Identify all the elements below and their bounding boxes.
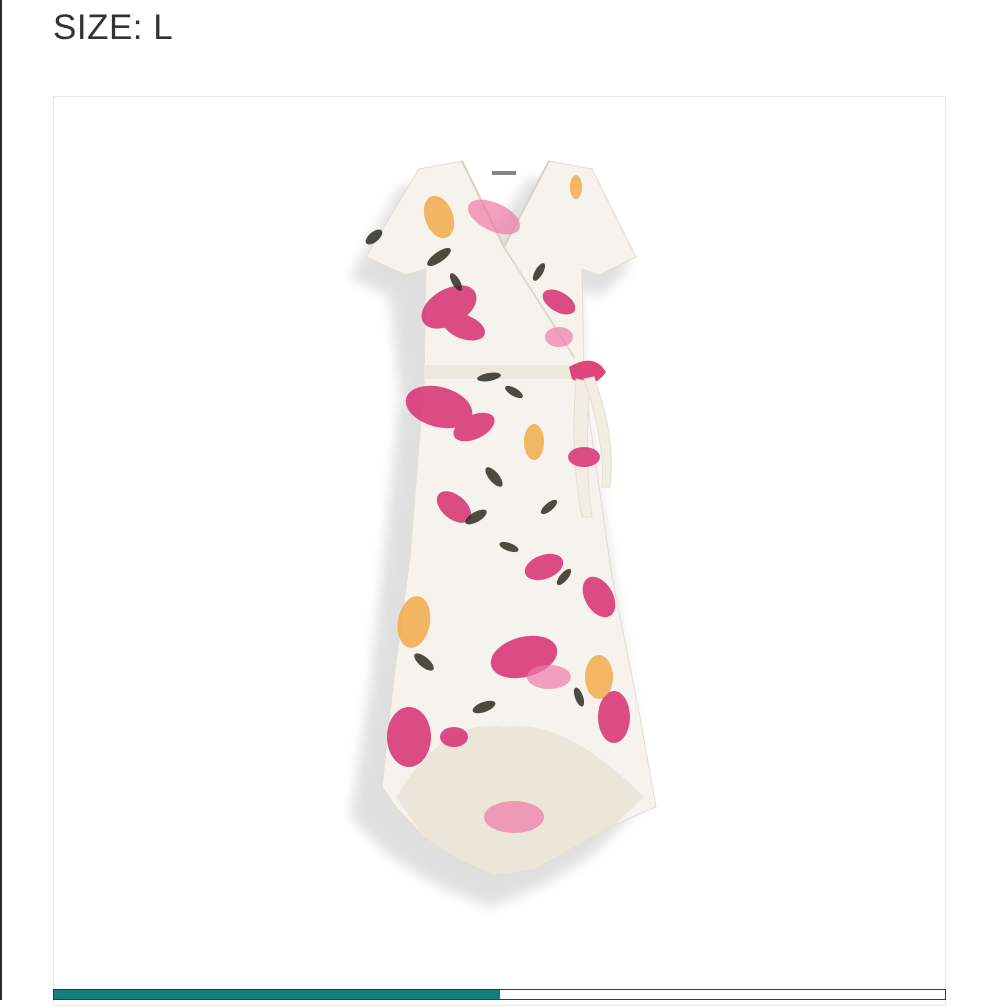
carousel-progress-fill xyxy=(54,990,500,999)
product-image-card[interactable] xyxy=(53,96,946,1006)
carousel-progress-bar[interactable] xyxy=(53,989,946,1000)
size-label: SIZE: L xyxy=(53,8,174,47)
left-divider xyxy=(0,0,2,1000)
floral-wrap-dress-image xyxy=(350,160,657,907)
